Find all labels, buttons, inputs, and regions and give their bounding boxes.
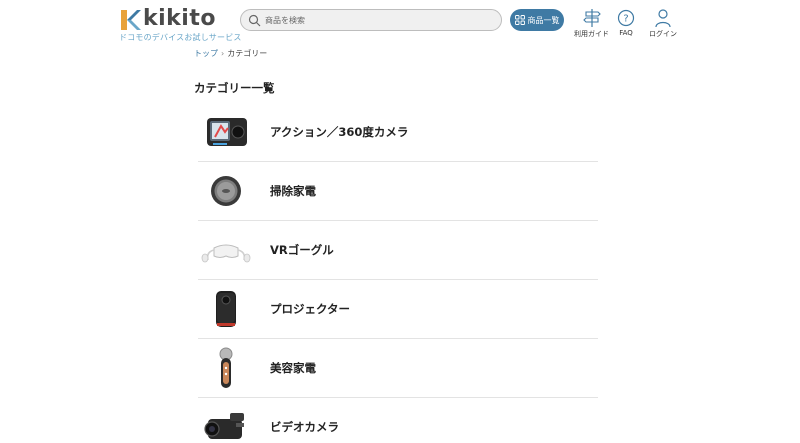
breadcrumb-current: カテゴリー (227, 49, 268, 58)
guide-link-label: 利用ガイド (574, 30, 609, 38)
category-label: アクション／360度カメラ (270, 125, 409, 139)
video-camera-thumbnail (200, 405, 252, 443)
breadcrumb-separator: › (221, 49, 225, 58)
signpost-icon (582, 9, 601, 27)
vr-headset-thumbnail (200, 228, 252, 272)
category-item-action-camera[interactable]: アクション／360度カメラ (198, 103, 598, 162)
breadcrumb-home-link[interactable]: トップ (194, 49, 218, 58)
grid-icon (514, 15, 525, 25)
projector-thumbnail (200, 287, 252, 331)
search-bar[interactable] (240, 9, 502, 31)
category-item-cleaning[interactable]: 掃除家電 (198, 162, 598, 221)
breadcrumb: トップ › カテゴリー (194, 48, 267, 59)
projector-icon (216, 291, 236, 327)
logo-mark-icon (121, 10, 141, 30)
action-camera-thumbnail (200, 110, 252, 154)
svg-text:?: ? (623, 14, 628, 25)
robot-vacuum-icon (211, 176, 241, 206)
category-list: アクション／360度カメラ 掃除家電 VRゴーグル プロジェクター 美容家電 ビ… (198, 103, 598, 443)
video-camera-icon (204, 413, 244, 439)
category-label: 掃除家電 (270, 184, 316, 198)
search-icon (248, 14, 261, 27)
beauty-device-thumbnail (200, 346, 252, 390)
user-icon (655, 9, 671, 28)
action-camera-icon (207, 118, 247, 146)
beauty-device-icon (219, 347, 233, 388)
logo-tagline: ドコモのデバイスお試しサービス (119, 33, 242, 42)
category-item-vr[interactable]: VRゴーグル (198, 221, 598, 280)
category-label: VRゴーグル (270, 243, 334, 257)
category-item-beauty[interactable]: 美容家電 (198, 339, 598, 398)
faq-link[interactable]: ? FAQ (617, 8, 635, 37)
catalog-button-label: 商品一覧 (527, 15, 560, 25)
login-link-label: ログイン (649, 30, 677, 38)
logo[interactable]: kikito ドコモのデバイスお試しサービス (119, 6, 241, 44)
faq-link-label: FAQ (619, 29, 633, 37)
vr-headset-icon (201, 244, 251, 263)
catalog-button[interactable]: 商品一覧 (510, 9, 564, 31)
login-link[interactable]: ログイン (649, 8, 677, 39)
question-icon: ? (617, 9, 635, 27)
logo-wordmark: kikito (143, 6, 216, 31)
guide-link[interactable]: 利用ガイド (574, 8, 609, 39)
robot-vacuum-thumbnail (200, 169, 252, 213)
category-item-video-camera[interactable]: ビデオカメラ (198, 398, 598, 443)
category-item-projector[interactable]: プロジェクター (198, 280, 598, 339)
search-input[interactable] (265, 12, 495, 28)
category-label: ビデオカメラ (270, 420, 339, 434)
category-label: プロジェクター (270, 302, 351, 316)
category-label: 美容家電 (270, 361, 316, 375)
page-title: カテゴリー一覧 (194, 81, 275, 95)
